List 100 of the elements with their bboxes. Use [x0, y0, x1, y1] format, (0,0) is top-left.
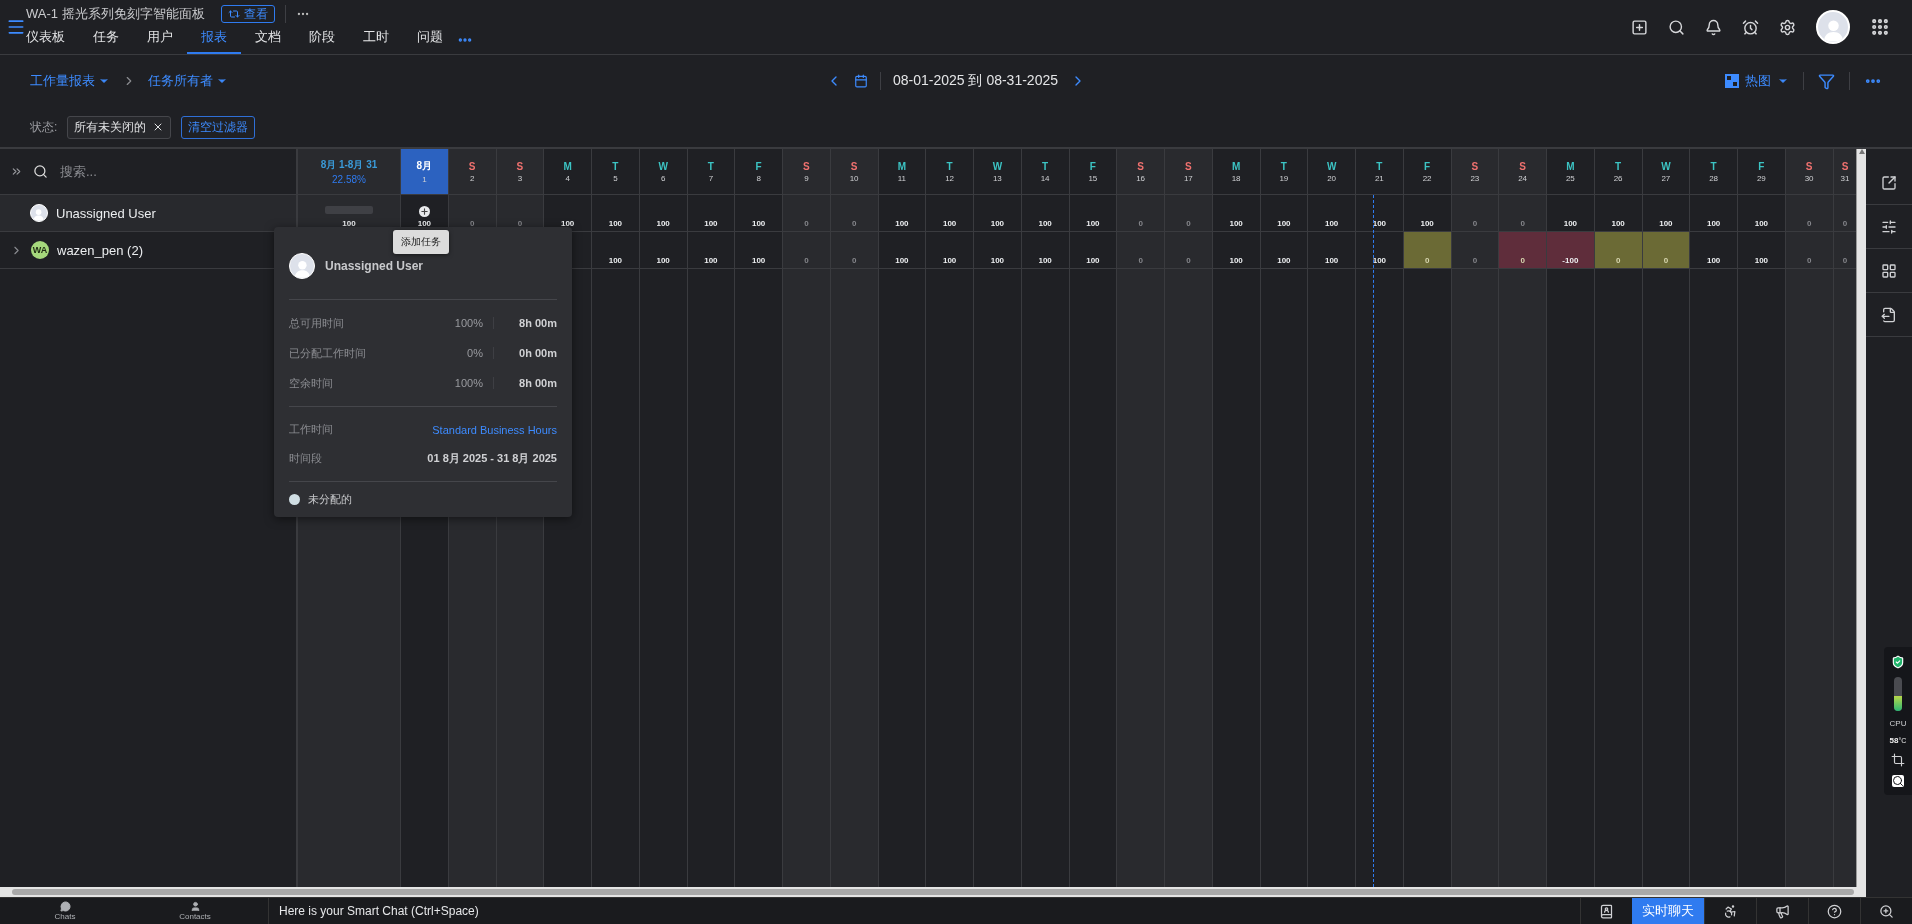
nav-tab[interactable]: 任务 — [79, 28, 133, 54]
smart-chat-prompt[interactable]: Here is your Smart Chat (Ctrl+Space) — [268, 897, 479, 924]
hours-value: 0 — [1806, 256, 1812, 265]
add-task-tooltip: 添加任务 — [393, 230, 449, 254]
user-name[interactable]: wazen_pen (2) — [57, 242, 143, 258]
summary-value: 100 — [342, 219, 356, 228]
hours-value: 100 — [990, 219, 1005, 228]
hours-value: 0 — [804, 219, 809, 228]
date-range-label: 8月 1-8月 31 — [320, 158, 378, 172]
hours-value: 100 — [751, 256, 766, 265]
user-name[interactable]: Unassigned User — [56, 205, 156, 221]
day-header: T 7 — [687, 149, 736, 195]
stat-percent: 0% — [444, 347, 494, 359]
chat-nav-item[interactable]: Chats — [0, 901, 130, 921]
hours-value: 100 — [417, 219, 432, 228]
breadcrumb-dropdown[interactable]: 任务所有者 — [148, 72, 228, 90]
live-chat-button[interactable]: 实时聊天 — [1632, 898, 1704, 924]
hours-value: 100 — [990, 256, 1005, 265]
day-header: F 22 — [1403, 149, 1452, 195]
hours-value: 0 — [469, 219, 475, 228]
hours-value: 0 — [1472, 219, 1478, 228]
filter-label: 状态: — [30, 118, 58, 136]
view-button[interactable]: 查看 — [220, 5, 275, 23]
hours-value: 0 — [1138, 219, 1143, 228]
hours-value: 100 — [656, 219, 670, 228]
stat-label: 总可用时间 — [289, 315, 345, 331]
nav-tab[interactable]: 仪表板 — [26, 28, 79, 54]
day-header: S 16 — [1117, 149, 1165, 195]
day-header: T 19 — [1260, 149, 1309, 195]
stat-time: 8h 00m — [518, 317, 557, 329]
hours-value: 0 — [1138, 256, 1143, 265]
date-range: 08-01-2025 到 08-31-2025 — [893, 72, 1058, 90]
day-header: M 11 — [878, 149, 927, 195]
hours-value: 100 — [1038, 219, 1052, 228]
day-header: W 27 — [1642, 149, 1691, 195]
day-header: 8月 1 — [401, 149, 449, 195]
cpu-label: CPU — [1889, 719, 1907, 728]
day-header: W 6 — [639, 149, 688, 195]
hours-value: 100 — [942, 219, 957, 228]
day-header: M 18 — [1212, 149, 1261, 195]
nav-tab[interactable]: 问题 — [403, 28, 457, 54]
search-field[interactable]: 搜索... — [58, 163, 258, 180]
stat-label: 空余时间 — [289, 375, 334, 391]
day-header: S 31 — [1833, 149, 1856, 195]
detail-label: 工作时间 — [289, 422, 333, 437]
hours-value: 100 — [1754, 256, 1769, 265]
hours-value: 0 — [1663, 256, 1669, 265]
clear-filters-button[interactable]: 清空过滤器 — [181, 115, 256, 139]
user-avatar: WA — [31, 241, 49, 259]
filter-chip[interactable]: 所有未关闭的 — [67, 115, 172, 139]
view-mode-dropdown[interactable]: 热图 — [1725, 72, 1789, 90]
hours-value: 0 — [1186, 256, 1191, 265]
day-header: S 3 — [496, 149, 545, 195]
day-header: T 14 — [1021, 149, 1070, 195]
hours-value: 100 — [1706, 256, 1721, 265]
day-header: S 30 — [1785, 149, 1834, 195]
hours-value: 100 — [1754, 219, 1769, 228]
hours-value: 100 — [1324, 219, 1339, 228]
day-header: S 23 — [1451, 149, 1500, 195]
chat-nav-item[interactable]: Contacts — [130, 901, 260, 921]
nav-tab[interactable]: 阶段 — [295, 28, 349, 54]
hours-value: 0 — [1842, 219, 1848, 228]
project-title: WA-1 摇光系列免刻字智能面板 — [26, 5, 205, 23]
hours-value: 100 — [942, 256, 957, 265]
hours-value: 100 — [1420, 219, 1434, 228]
hours-value: 0 — [851, 219, 857, 228]
hours-value: 0 — [1186, 219, 1191, 228]
hours-value: 100 — [1611, 219, 1625, 228]
nav-tab[interactable]: 用户 — [133, 28, 187, 54]
hours-value: -100 — [1562, 256, 1579, 265]
hours-value: 100 — [751, 219, 766, 228]
day-header: S 9 — [783, 149, 831, 195]
schedule-link[interactable]: Standard Business Hours — [432, 423, 557, 436]
hours-value: 0 — [1615, 256, 1621, 265]
hours-value: 100 — [1706, 219, 1721, 228]
hours-value: 0 — [1520, 256, 1525, 265]
day-header: W 20 — [1308, 149, 1356, 195]
day-header: T 12 — [926, 149, 974, 195]
stat-time: 8h 00m — [518, 377, 557, 389]
hours-value: 100 — [608, 256, 623, 265]
hours-value: 100 — [560, 219, 575, 228]
nav-tab[interactable]: 工时 — [349, 28, 403, 54]
stat-time: 0h 00m — [518, 347, 557, 359]
day-header: S 17 — [1165, 149, 1213, 195]
hours-value: 100 — [1563, 219, 1578, 228]
hours-value: 100 — [1038, 256, 1052, 265]
nav-tab[interactable]: 报表 — [187, 28, 241, 54]
detail-label: 时间段 — [289, 451, 322, 466]
hours-value: 100 — [1277, 256, 1291, 265]
hours-value: 0 — [1806, 219, 1812, 228]
day-header: F 15 — [1069, 149, 1118, 195]
hours-value: 100 — [895, 256, 909, 265]
hours-value: 100 — [1229, 256, 1243, 265]
hours-value: 0 — [1842, 256, 1848, 265]
stat-percent: 100% — [444, 377, 494, 389]
breadcrumb-dropdown[interactable]: 工作量报表 — [30, 72, 110, 90]
nav-tab[interactable]: 文档 — [241, 28, 295, 54]
hours-value: 100 — [656, 256, 670, 265]
hours-value: 0 — [851, 256, 857, 265]
hours-value: 0 — [1472, 256, 1478, 265]
